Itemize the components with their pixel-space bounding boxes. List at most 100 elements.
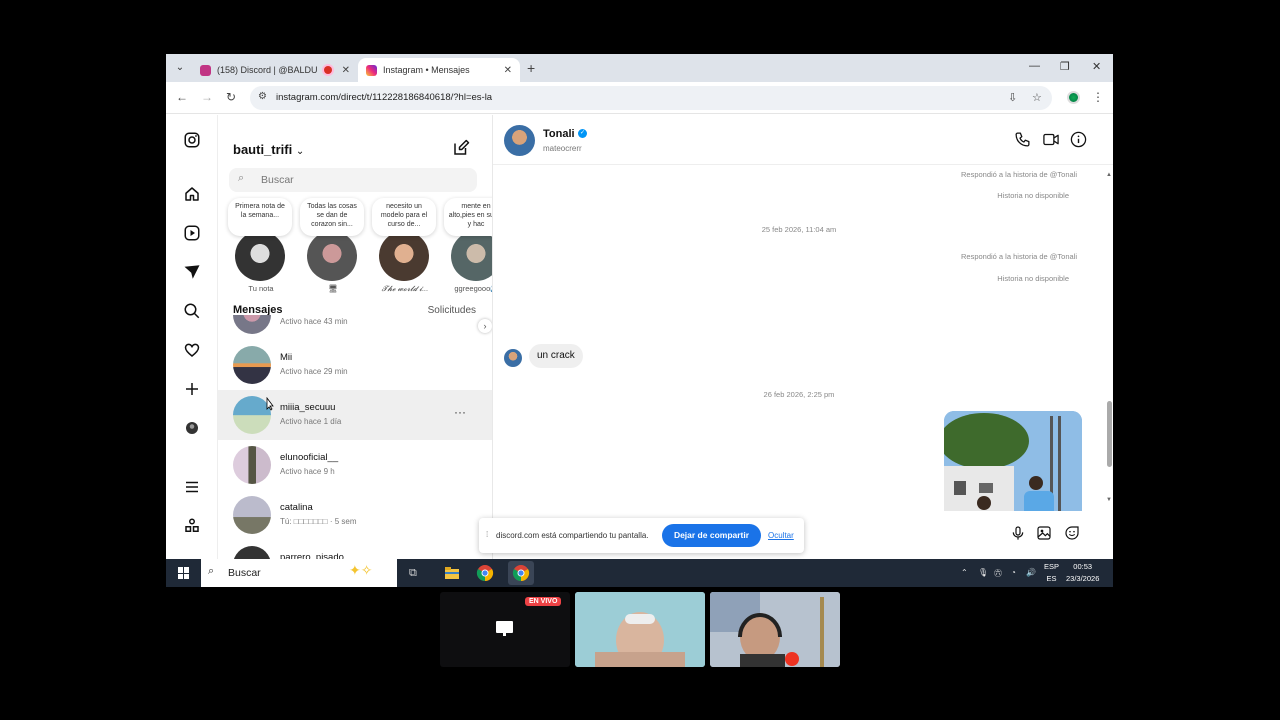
close-window-icon[interactable]: ✕: [1092, 60, 1101, 73]
sparkle-icon: ✦✧: [349, 562, 373, 578]
task-view-icon[interactable]: ⧉: [409, 564, 427, 582]
scroll-up-icon[interactable]: ▲: [1106, 172, 1112, 178]
threads-apps-icon[interactable]: [182, 516, 202, 536]
list-item[interactable]: elunooficial__ Activo hace 9 h: [218, 440, 492, 490]
note-item[interactable]: mente en alto,pies en suelo y hac ggreeg…: [444, 198, 492, 298]
clock-time: 00:53: [1073, 562, 1093, 571]
conversation-rows: Activo hace 43 min Mii Activo hace 29 mi…: [218, 315, 492, 559]
chat-scrollbar[interactable]: ▲ ▼: [1105, 167, 1113, 509]
image-upload-icon[interactable]: [1036, 525, 1052, 546]
search-input[interactable]: ⌕ Buscar: [229, 168, 477, 192]
conversation-status: Tú: □□□□□□□ · 5 sem: [280, 517, 357, 526]
menu-dots-icon[interactable]: ⋮: [1092, 90, 1104, 104]
note-item[interactable]: necesito un modelo para el curso de... 𝓣…: [372, 198, 438, 298]
recording-indicator-icon: [323, 66, 332, 74]
language-code: ESP: [1044, 562, 1060, 571]
avatar[interactable]: [504, 125, 535, 156]
file-explorer-icon[interactable]: [443, 564, 461, 582]
info-icon[interactable]: [1070, 131, 1087, 153]
close-icon[interactable]: ✕: [504, 65, 512, 76]
tab-instagram[interactable]: Instagram • Mensajes ✕: [358, 58, 520, 82]
note-item[interactable]: Todas las cosas se dan de corazon sin...…: [300, 198, 366, 298]
note-label: 𝓣𝓱𝓮 𝔀𝓸𝓻𝓵𝓭 𝓲...: [381, 284, 429, 293]
note-label: Tu nota: [248, 284, 274, 293]
list-item[interactable]: parrero_pisado: [218, 540, 492, 559]
tab-search-chevron-icon[interactable]: ⌄: [172, 61, 188, 75]
list-item[interactable]: catalina Tú: □□□□□□□ · 5 sem: [218, 490, 492, 540]
more-options-icon[interactable]: ···: [454, 405, 466, 419]
chrome-icon[interactable]: [476, 564, 494, 582]
back-arrow-icon[interactable]: ←: [176, 90, 188, 104]
microphone-icon[interactable]: [1010, 525, 1026, 546]
close-icon[interactable]: ✕: [342, 65, 350, 76]
volume-icon[interactable]: 🔊: [1026, 568, 1036, 577]
address-row: ← → ↻ ⚙ instagram.com/direct/t/112228186…: [166, 82, 1113, 114]
avatar: [233, 315, 271, 334]
reels-icon[interactable]: [182, 223, 202, 243]
home-icon[interactable]: [182, 184, 202, 204]
profile-avatar[interactable]: [1067, 91, 1080, 104]
note-bubble: necesito un modelo para el curso de...: [372, 198, 436, 236]
messages-icon[interactable]: [182, 262, 202, 282]
hamburger-menu-icon[interactable]: [182, 477, 202, 497]
participant-video-tile[interactable]: [575, 592, 705, 667]
note-item[interactable]: Primera nota de la semana... Tu nota: [228, 198, 294, 298]
install-app-icon[interactable]: ⇩: [1008, 91, 1017, 104]
new-message-icon[interactable]: [452, 139, 470, 162]
stop-sharing-button[interactable]: Dejar de compartir: [662, 524, 761, 547]
stream-tile[interactable]: EN VIVO: [440, 592, 570, 667]
new-tab-icon[interactable]: +: [527, 60, 535, 76]
conversation-status: Activo hace 9 h: [280, 467, 335, 476]
minimize-icon[interactable]: —: [1029, 60, 1040, 72]
address-bar[interactable]: ⚙ instagram.com/direct/t/112228186840618…: [250, 86, 1052, 110]
taskbar-search[interactable]: ⌕ Buscar ✦✧: [201, 559, 397, 587]
list-item[interactable]: Mii Activo hace 29 min: [218, 340, 492, 390]
tab-discord[interactable]: (158) Discord | @BALDU ✕: [192, 58, 358, 82]
heart-icon[interactable]: [182, 340, 202, 360]
create-plus-icon[interactable]: [182, 379, 202, 399]
forward-arrow-icon[interactable]: →: [201, 90, 213, 104]
reload-icon[interactable]: ↻: [226, 90, 236, 104]
input-method-icon[interactable]: ㊅: [994, 568, 1002, 579]
avatar: [307, 231, 357, 281]
note-label: ggreegooo🌊: [454, 284, 492, 293]
wifi-icon[interactable]: ◔: [1011, 568, 1016, 577]
windows-start-icon[interactable]: [178, 567, 190, 579]
avatar: [233, 446, 271, 484]
note-bubble: Primera nota de la semana...: [228, 198, 292, 236]
scroll-thumb[interactable]: [1107, 401, 1112, 467]
verified-badge-icon: ✓: [578, 129, 587, 138]
sticker-icon[interactable]: [1064, 525, 1080, 546]
message-bubble[interactable]: un crack: [529, 344, 583, 368]
search-icon[interactable]: [182, 301, 202, 321]
account-switcher[interactable]: bauti_trifi ⌄: [233, 142, 304, 157]
url-text[interactable]: instagram.com/direct/t/112228186840618/?…: [276, 92, 492, 103]
scroll-down-icon[interactable]: ▼: [1106, 497, 1112, 503]
microphone-tray-icon[interactable]: 🎙: [978, 568, 988, 577]
profile-avatar-icon[interactable]: [182, 418, 202, 438]
drag-handle-icon[interactable]: ⁞: [486, 530, 488, 539]
chevron-down-icon: ⌄: [295, 146, 305, 157]
tab-title: Instagram • Mensajes: [383, 65, 470, 75]
list-item[interactable]: miiia_secuuu Activo hace 1 día ···: [218, 390, 492, 440]
contact-name[interactable]: Tonali: [543, 128, 575, 140]
participant-video: [575, 592, 705, 667]
participant-video-tile[interactable]: [710, 592, 840, 667]
chat-panel: Tonali ✓ mateocrerr Respondió a la histo…: [492, 115, 1113, 559]
system-clock[interactable]: 00:53 23/3/2026: [1066, 561, 1099, 585]
bookmark-star-icon[interactable]: ☆: [1032, 91, 1042, 104]
share-notice-text: discord.com está compartiendo tu pantall…: [496, 531, 649, 540]
screen-share: ⌄ (158) Discord | @BALDU ✕ Instagram • M…: [166, 54, 1113, 587]
hide-link[interactable]: Ocultar: [768, 531, 794, 540]
restore-icon[interactable]: ❐: [1060, 60, 1070, 73]
instagram-logo-icon[interactable]: [182, 130, 202, 150]
language-indicator[interactable]: ESP ES: [1044, 561, 1059, 585]
keyboard-code: ES: [1046, 574, 1057, 583]
sent-photo[interactable]: [944, 411, 1082, 511]
chrome-active-icon[interactable]: [508, 561, 534, 585]
phone-call-icon[interactable]: [1014, 131, 1031, 153]
list-item[interactable]: Activo hace 43 min: [218, 315, 492, 340]
video-call-icon[interactable]: [1042, 131, 1060, 153]
site-settings-icon[interactable]: ⚙: [258, 91, 267, 102]
tray-chevron-icon[interactable]: ⌃: [961, 568, 968, 577]
